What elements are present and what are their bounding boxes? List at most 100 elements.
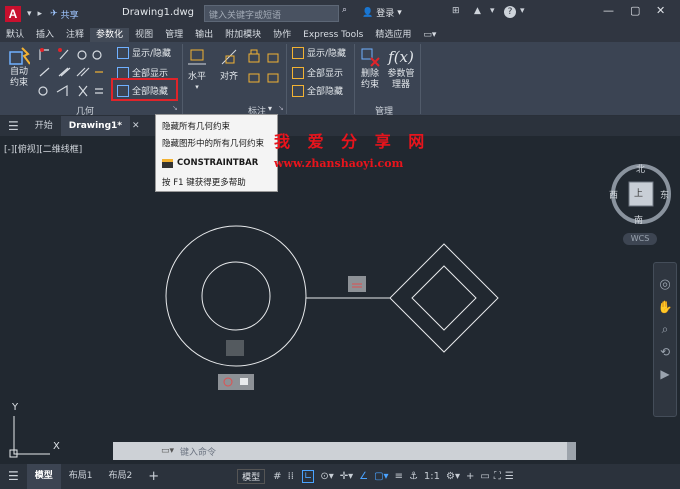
chevron-down-icon[interactable]: ▾: [268, 104, 272, 113]
osnap-icon[interactable]: ▢▾: [374, 471, 388, 482]
geo-show-hide-button[interactable]: 显示/隐藏: [117, 46, 171, 59]
dim-show-all-button[interactable]: 全部显示: [292, 66, 343, 79]
isolate-icon[interactable]: ▭: [480, 471, 489, 482]
app-menu-arrow-icon[interactable]: ▾: [27, 9, 32, 19]
dim-hide-all-button[interactable]: 全部隐藏: [292, 84, 343, 97]
auto-constrain-icon: [9, 47, 30, 65]
horizontal-dim-button[interactable]: 水平 ▾: [186, 46, 208, 91]
inner-circle: [201, 261, 271, 331]
tab-drawing1[interactable]: Drawing1*: [60, 116, 130, 136]
menu-tab-6[interactable]: 输出: [189, 28, 219, 42]
grid-icon[interactable]: #: [273, 471, 281, 482]
panel-divider: [354, 44, 355, 114]
fullscreen-icon[interactable]: ⛶: [494, 471, 501, 482]
minimize-icon[interactable]: —: [603, 4, 614, 17]
settings-icon[interactable]: ⚙▾: [446, 471, 460, 482]
chevron-down-icon[interactable]: ▾: [490, 6, 495, 16]
panel-expand-icon[interactable]: ↘: [278, 104, 284, 112]
delete-constraints-icon: [361, 48, 380, 67]
model-space-button[interactable]: 模型: [237, 469, 266, 484]
autocad-logo[interactable]: A: [5, 6, 21, 22]
close-tab-icon[interactable]: ✕: [130, 116, 142, 136]
compass-south[interactable]: 南: [634, 213, 643, 226]
isodraft-icon[interactable]: ✛▾: [340, 471, 353, 482]
params-manager-button[interactable]: f(x) 参数管理器: [386, 46, 416, 91]
menu-tab-1[interactable]: 插入: [30, 28, 60, 42]
search-input[interactable]: 键入关键字或短语: [204, 5, 339, 22]
menu-tab-3[interactable]: 参数化: [90, 28, 130, 42]
show-hide-icon: [117, 46, 129, 59]
chevron-down-icon[interactable]: ▾: [520, 6, 525, 16]
annotation-icon[interactable]: ⚓: [409, 471, 418, 482]
compass-north[interactable]: 北: [636, 162, 645, 175]
panel-divider: [286, 44, 287, 114]
navigation-bar: ◎ ✋ ⌕ ⟲ ▶: [653, 262, 677, 417]
lock-hide-all-icon: [292, 84, 304, 97]
auto-constrain-button[interactable]: 自动约束: [7, 46, 31, 89]
help-icon[interactable]: ?: [504, 6, 516, 18]
viewcube-top[interactable]: 上: [634, 186, 643, 199]
customize-icon[interactable]: ☰: [505, 471, 514, 482]
ucs-y-label: Y: [12, 402, 19, 413]
menu-tab-0[interactable]: 默认: [0, 28, 30, 42]
login-button[interactable]: 👤 登录 ▾: [362, 6, 402, 20]
aligned-dim-icon: [221, 49, 237, 65]
tab-start[interactable]: 开始: [27, 116, 61, 136]
cmdline-scroll[interactable]: [567, 442, 576, 460]
showmotion-icon[interactable]: ▶: [654, 367, 676, 381]
tab-layout1[interactable]: 布局1: [61, 464, 101, 489]
command-input[interactable]: 键入命令: [180, 445, 216, 458]
menu-tab-4[interactable]: 视图: [129, 28, 159, 42]
tooltip-command: CONSTRAINTBAR: [162, 158, 258, 168]
ucs-icon: [9, 416, 50, 458]
watermark-url: www.zhanshaoyi.com: [274, 157, 404, 170]
dim-lock-icons[interactable]: [246, 46, 286, 102]
menu-tab-10[interactable]: 精选应用: [369, 28, 417, 42]
cart-icon[interactable]: ⊞: [452, 6, 460, 16]
osnap-tracking-icon[interactable]: ∠: [359, 471, 368, 482]
wcs-menu[interactable]: WCS: [623, 233, 657, 245]
share-button[interactable]: ✈ 共享: [50, 8, 79, 21]
search-icon[interactable]: ⌕: [342, 5, 347, 15]
snap-icon[interactable]: ⁞⁞: [288, 471, 294, 482]
pan-icon[interactable]: ✋: [654, 300, 676, 314]
constraint-marker[interactable]: [226, 340, 244, 356]
panel-divider: [182, 44, 183, 114]
polar-icon[interactable]: ⊙▾: [320, 471, 333, 482]
orbit-icon[interactable]: ⟲: [654, 345, 676, 359]
scale-button[interactable]: 1:1: [424, 471, 440, 482]
compass-east[interactable]: 东: [660, 188, 669, 201]
quick-access-arrow-icon[interactable]: ▸: [38, 9, 43, 19]
command-line[interactable]: ▭▾ 键入命令: [113, 442, 567, 460]
zoom-icon[interactable]: ⌕: [654, 322, 676, 337]
geometric-constraints-grid[interactable]: [37, 46, 107, 102]
autodesk-icon[interactable]: ▲: [474, 6, 481, 16]
menu-icon[interactable]: ☰: [0, 464, 27, 489]
inner-diamond: [411, 265, 477, 331]
menu-tab-5[interactable]: 管理: [159, 28, 189, 42]
plus-icon[interactable]: +: [466, 471, 474, 482]
status-bar: ☰ 模型 布局1 布局2 + 模型 # ⁞⁞ ∟ ⊙▾ ✛▾ ∠ ▢▾ ≡ ⚓ …: [0, 464, 680, 489]
tab-layout2[interactable]: 布局2: [101, 464, 141, 489]
compass-west[interactable]: 西: [609, 188, 618, 201]
command-history-icon[interactable]: ▭▾: [161, 446, 174, 456]
menu-tab-9[interactable]: Express Tools: [297, 28, 369, 42]
tab-model[interactable]: 模型: [26, 464, 61, 489]
maximize-icon[interactable]: ▢: [630, 4, 640, 17]
menu-tab-2[interactable]: 注释: [60, 28, 90, 42]
dim-show-hide-button[interactable]: 显示/隐藏: [292, 46, 346, 59]
ortho-icon[interactable]: ∟: [301, 470, 315, 483]
close-icon[interactable]: ✕: [656, 4, 665, 17]
menu-icon[interactable]: ☰: [0, 116, 27, 136]
delete-constraints-button[interactable]: 删除约束: [358, 46, 382, 91]
menu-tab-7[interactable]: 附加模块: [219, 28, 267, 42]
panel-expand-icon[interactable]: ↘: [172, 104, 178, 112]
constraint-bar[interactable]: [218, 374, 254, 390]
menu-tab-8[interactable]: 协作: [267, 28, 297, 42]
lineweight-icon[interactable]: ≡: [395, 471, 403, 482]
drawing-geometry[interactable]: [0, 136, 680, 464]
ribbon-options-icon[interactable]: ▭▾: [417, 28, 442, 42]
add-layout-icon[interactable]: +: [140, 464, 167, 489]
aligned-dim-button[interactable]: 对齐: [218, 46, 240, 82]
steering-wheel-icon[interactable]: ◎: [654, 277, 676, 292]
